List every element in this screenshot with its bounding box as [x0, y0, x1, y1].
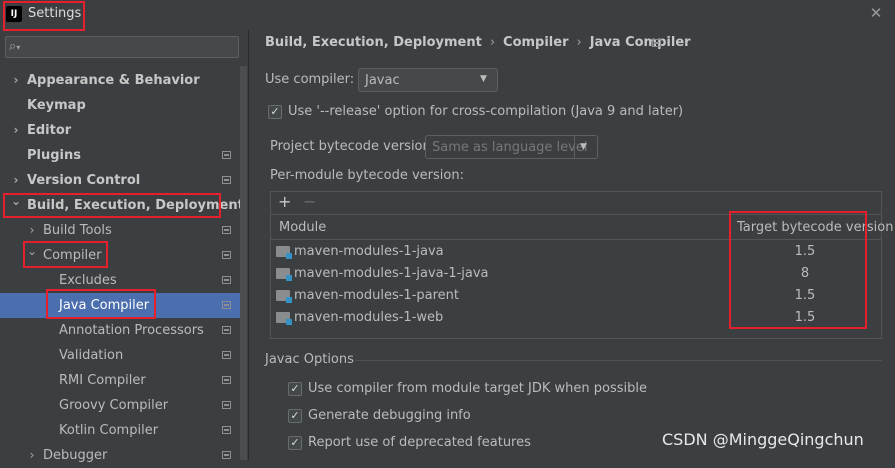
sidebar-item-label: Keymap — [27, 98, 86, 113]
sidebar-item-label: Validation — [59, 348, 124, 363]
module-folder-icon — [276, 290, 292, 303]
window-title: Settings — [28, 6, 82, 21]
project-scope-icon — [222, 401, 231, 409]
remove-button[interactable]: − — [303, 192, 316, 211]
breadcrumb-separator: › — [489, 35, 496, 50]
app-logo-icon: IJ — [6, 6, 22, 22]
sidebar-item-label: Annotation Processors — [59, 323, 204, 338]
section-divider — [355, 360, 882, 361]
target-bytecode-cell[interactable]: 1.5 — [790, 288, 820, 303]
sidebar-item-label: Kotlin Compiler — [59, 423, 159, 438]
close-button[interactable]: ✕ — [866, 3, 886, 23]
project-bytecode-label: Project bytecode version: — [270, 139, 436, 154]
use-compiler-label: Use compiler: — [265, 72, 355, 87]
sidebar-item-label: Compiler — [43, 248, 102, 263]
release-option-checkbox[interactable]: ✓ — [268, 105, 282, 119]
sidebar-item-label: Debugger — [43, 448, 108, 463]
project-scope-icon — [222, 351, 231, 359]
breadcrumb-build-execution-deployment[interactable]: Build, Execution, Deployment — [265, 35, 482, 50]
sidebar-item-groovy-compiler[interactable]: Groovy Compiler — [0, 393, 240, 418]
javac-option-label: Generate debugging info — [308, 408, 471, 423]
title-bar — [0, 0, 895, 30]
sidebar-item-build-execution-deployment[interactable]: ⌄ Build, Execution, Deployment — [0, 193, 244, 218]
javac-option-checkbox[interactable]: ✓ — [288, 382, 302, 396]
chevron-right-icon[interactable]: › — [26, 443, 38, 468]
project-scope-icon — [222, 251, 231, 259]
sidebar-item-kotlin-compiler[interactable]: Kotlin Compiler — [0, 418, 240, 443]
search-icon: ⌕▾ — [9, 39, 21, 54]
target-bytecode-cell[interactable]: 8 — [790, 266, 820, 281]
sidebar-item-rmi-compiler[interactable]: RMI Compiler — [0, 368, 240, 393]
chevron-down-icon[interactable]: ⌄ — [10, 189, 22, 214]
javac-option-label: Use compiler from module target JDK when… — [308, 381, 647, 396]
breadcrumb-java-compiler: Java Compiler — [589, 35, 691, 50]
per-module-label: Per-module bytecode version: — [270, 168, 464, 183]
module-name-cell: maven-modules-1-parent — [294, 288, 460, 303]
sidebar-divider — [248, 30, 249, 460]
search-input[interactable] — [5, 36, 239, 58]
sidebar-item-debugger[interactable]: › Debugger — [0, 443, 240, 468]
sidebar-item-compiler[interactable]: ⌄ Compiler — [0, 243, 240, 268]
sidebar-item-version-control[interactable]: › Version Control — [0, 168, 240, 193]
chevron-down-icon[interactable]: ⌄ — [26, 239, 38, 264]
sidebar-item-label: Build Tools — [43, 223, 112, 238]
module-folder-icon — [276, 246, 292, 259]
sidebar-item-label: Editor — [27, 123, 72, 138]
sidebar-item-label: Plugins — [27, 148, 81, 163]
release-option-label: Use '--release' option for cross-compila… — [288, 104, 684, 119]
chevron-right-icon[interactable]: › — [10, 118, 22, 143]
project-scope-icon — [222, 376, 231, 384]
project-scope-icon — [222, 226, 231, 234]
sidebar-item-appearance-behavior[interactable]: › Appearance & Behavior — [0, 68, 240, 93]
chevron-down-icon: ▼ — [580, 142, 587, 152]
javac-option-checkbox[interactable]: ✓ — [288, 409, 302, 423]
sidebar-item-label: Appearance & Behavior — [27, 73, 200, 88]
project-scope-icon — [222, 451, 231, 459]
breadcrumb-compiler[interactable]: Compiler — [503, 35, 568, 50]
module-name-cell: maven-modules-1-java-1-java — [294, 266, 489, 281]
sidebar-item-label: RMI Compiler — [59, 373, 146, 388]
add-button[interactable]: + — [278, 192, 291, 211]
sidebar-item-java-compiler[interactable]: Java Compiler — [0, 293, 240, 318]
chevron-down-icon: ▼ — [480, 74, 487, 84]
column-header-target-bytecode[interactable]: Target bytecode version — [737, 220, 894, 235]
watermark: CSDN @MinggeQingchun — [662, 430, 864, 449]
sidebar-item-plugins[interactable]: Plugins — [0, 143, 240, 168]
module-name-cell: maven-modules-1-web — [294, 310, 444, 325]
module-folder-icon — [276, 312, 292, 325]
sidebar-item-validation[interactable]: Validation — [0, 343, 240, 368]
target-bytecode-cell[interactable]: 1.5 — [790, 244, 820, 259]
sidebar-item-label: Java Compiler — [59, 298, 150, 313]
module-folder-icon — [276, 268, 292, 281]
project-scope-icon — [222, 301, 231, 309]
sidebar-item-label: Version Control — [27, 173, 141, 188]
chevron-right-icon[interactable]: › — [10, 68, 22, 93]
javac-option-label: Report use of deprecated features — [308, 435, 531, 450]
target-bytecode-cell[interactable]: 1.5 — [790, 310, 820, 325]
tree-scrollbar[interactable] — [240, 66, 247, 460]
project-bytecode-placeholder: Same as language level — [432, 140, 588, 155]
sidebar-item-editor[interactable]: › Editor — [0, 118, 240, 143]
sidebar-item-keymap[interactable]: Keymap — [0, 93, 240, 118]
breadcrumb-separator: › — [576, 35, 582, 50]
project-scope-icon — [222, 176, 231, 184]
project-scope-icon — [222, 426, 231, 434]
sidebar-item-label: Build, Execution, Deployment — [27, 198, 244, 213]
sidebar-item-label: Excludes — [59, 273, 117, 288]
project-scope-icon — [222, 151, 231, 159]
compiler-select-value: Javac — [365, 73, 400, 88]
module-name-cell: maven-modules-1-java — [294, 244, 444, 259]
column-header-module[interactable]: Module — [279, 220, 326, 235]
select-divider — [574, 136, 575, 158]
sidebar-item-excludes[interactable]: Excludes — [0, 268, 240, 293]
sidebar-item-label: Groovy Compiler — [59, 398, 169, 413]
sidebar-item-annotation-processors[interactable]: Annotation Processors — [0, 318, 240, 343]
project-scope-icon — [222, 276, 231, 284]
javac-options-title: Javac Options — [265, 352, 354, 367]
breadcrumb: Build, Execution, Deployment › Compiler › Ja… — [265, 35, 691, 50]
project-scope-icon — [222, 326, 231, 334]
project-scope-icon — [652, 39, 661, 47]
javac-option-checkbox[interactable]: ✓ — [288, 436, 302, 450]
